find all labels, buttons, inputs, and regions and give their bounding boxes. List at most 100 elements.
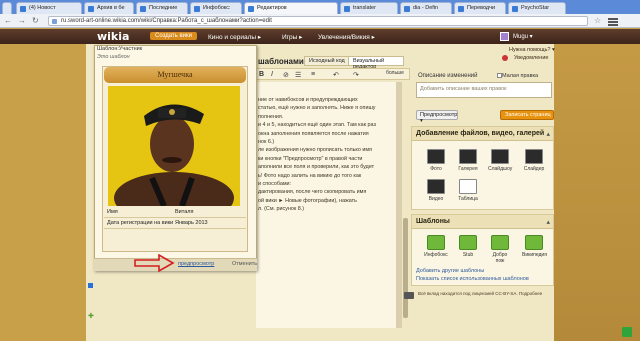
tab-editing[interactable]: Редактиров xyxy=(244,2,338,14)
editor-line: аполнили все поля и проверили, как это б… xyxy=(258,164,375,171)
pinned-tab[interactable] xyxy=(2,2,12,14)
link-icon[interactable]: ⊘ xyxy=(283,71,289,79)
tab-favicon-icon xyxy=(194,6,200,12)
preview-button[interactable]: Предпросмотр ▾ xyxy=(416,110,458,124)
red-arrow-icon xyxy=(134,254,175,272)
dialog-title: Шаблон:Участник xyxy=(97,46,143,52)
editor-line: полнения. xyxy=(258,113,284,120)
editor-line: и способами: xyxy=(258,181,292,188)
editor-line: ь! Фото надо залить на викию до того как xyxy=(258,172,362,179)
tab-translator[interactable]: Переводчи xyxy=(454,2,506,14)
editor-line: ой вики ► Новые фотографии), нажать xyxy=(258,197,357,204)
templates-panel-title: Шаблоны xyxy=(412,215,553,229)
tab-psychostar[interactable]: PsychoStar xyxy=(508,2,566,14)
user-menu[interactable]: Mugu ▾ xyxy=(513,33,533,40)
infobox-image xyxy=(108,86,240,206)
toolbar-more[interactable]: больше xyxy=(386,70,404,76)
infobox-value: Январь 2013 xyxy=(175,220,208,226)
template-welcome-button[interactable]: Добро пож xyxy=(488,235,512,264)
slideshow-icon xyxy=(491,149,509,164)
infobox-row: Имя Виталя xyxy=(104,207,246,218)
nav-games[interactable]: Игры ▸ xyxy=(282,33,302,41)
wikia-logo[interactable]: wikia xyxy=(97,30,129,43)
notifications-link[interactable]: Уведомление xyxy=(514,55,548,61)
editor-line: л. (См. рисунок 8.) xyxy=(258,206,305,213)
tab-favicon-icon xyxy=(458,6,464,12)
page-icon xyxy=(52,19,57,24)
help-menu[interactable]: Нужна помощь? ▾ xyxy=(509,47,555,53)
media-table-button[interactable]: Таблица xyxy=(456,179,480,202)
preview-link[interactable]: предпросмотр xyxy=(178,261,214,267)
tab-translater[interactable]: translater xyxy=(340,2,398,14)
tab-favicon-icon xyxy=(248,6,254,12)
save-button[interactable]: Записать страниц xyxy=(500,110,554,120)
puzzle-icon: ✚ xyxy=(88,313,94,320)
bold-icon[interactable]: B xyxy=(259,71,264,78)
undo-icon[interactable]: ↶ xyxy=(333,71,339,79)
editor-scrollbar[interactable] xyxy=(403,218,408,318)
nav-hobbies[interactable]: Увлечения/Викия ▸ xyxy=(318,33,375,41)
template-infobox-button[interactable]: Инфобокс xyxy=(424,235,448,258)
slider-icon xyxy=(525,149,543,164)
tab-favicon-icon xyxy=(512,6,518,12)
forward-arrow-icon[interactable]: → xyxy=(18,16,26,26)
media-gallery-button[interactable]: Галерея xyxy=(456,149,480,172)
media-panel-title: Добавление файлов, видео, галерей xyxy=(412,127,553,141)
template-wikipedia-button[interactable]: Википедия xyxy=(522,235,547,258)
infobox-label: Дата регистрации на вики xyxy=(107,220,174,226)
avatar[interactable] xyxy=(500,32,509,41)
back-arrow-icon[interactable]: ← xyxy=(4,16,12,26)
widget-icon[interactable] xyxy=(622,327,632,337)
editor-textarea[interactable]: ние от навибоксов и предупреждающих стат… xyxy=(256,82,402,328)
puzzle-icon xyxy=(525,235,543,250)
portrait-image xyxy=(108,86,240,206)
tab-news[interactable]: (4) Новост xyxy=(16,2,82,14)
cancel-link[interactable]: Отменить xyxy=(232,261,257,267)
browser-tab-strip: (4) Новост Архив в бе Последние Инфобокс… xyxy=(0,0,640,14)
tab-dia[interactable]: dia - Defin xyxy=(400,2,452,14)
media-video-button[interactable]: Видео xyxy=(424,179,448,202)
template-stub-button[interactable]: Stub xyxy=(456,235,480,258)
cc-license-icon xyxy=(404,292,414,299)
tab-source[interactable]: Исходный код xyxy=(304,56,350,66)
tab-archive[interactable]: Архив в бе xyxy=(84,2,134,14)
wikia-global-nav: wikia Создать вики Кино и сериалы ▸ Игры… xyxy=(0,29,640,44)
list-icon[interactable]: ☰ xyxy=(295,71,301,79)
tab-favicon-icon xyxy=(140,6,146,12)
puzzle-icon xyxy=(427,235,445,250)
reload-icon[interactable]: ↻ xyxy=(32,16,39,26)
tab-infobox[interactable]: Инфобокс: xyxy=(190,2,242,14)
media-panel: Добавление файлов, видео, галерей ▴ Фото… xyxy=(411,126,554,210)
numbered-list-icon[interactable]: ≡ xyxy=(311,71,315,78)
infobox-label: Имя xyxy=(107,209,118,215)
tab-favicon-icon xyxy=(88,6,94,12)
editor-line: нок 6.) xyxy=(258,139,275,146)
create-wiki-button[interactable]: Создать вики xyxy=(150,32,197,40)
nav-movies[interactable]: Кино и сериалы ▸ xyxy=(208,33,261,41)
editor-line: ле изображения нужно прописать только им… xyxy=(258,147,372,154)
summary-input[interactable]: Добавить описание ваших правок xyxy=(416,82,552,98)
notification-dot-icon xyxy=(502,55,508,61)
redo-icon[interactable]: ↷ xyxy=(353,71,359,79)
summary-label: Описание изменений xyxy=(418,73,478,79)
table-icon xyxy=(459,179,477,194)
media-slideshow-button[interactable]: Слайдшоу xyxy=(488,149,512,172)
tab-recent[interactable]: Последние xyxy=(136,2,188,14)
infobox-value: Виталя xyxy=(175,209,194,215)
infobox-row: Дата регистрации на вики Январь 2013 xyxy=(104,218,246,229)
blue-marker-icon xyxy=(88,283,93,288)
video-icon xyxy=(427,179,445,194)
show-used-templates-link[interactable]: Показать список использованных шаблонов xyxy=(416,276,529,282)
media-slider-button[interactable]: Слайдер xyxy=(522,149,546,172)
url-field[interactable]: ru.sword-art-online.wikia.com/wiki/Справ… xyxy=(48,16,588,26)
browser-menu-icon[interactable] xyxy=(608,18,618,27)
media-photo-button[interactable]: Фото xyxy=(424,149,448,172)
collapse-icon[interactable]: ▴ xyxy=(546,130,550,138)
minor-edit-label: Малая правка xyxy=(502,73,539,79)
add-template-link[interactable]: Добавить другие шаблоны xyxy=(416,268,484,274)
bookmark-star-icon[interactable]: ☆ xyxy=(594,16,601,25)
collapse-icon[interactable]: ▴ xyxy=(546,218,550,226)
italic-icon[interactable]: I xyxy=(271,71,273,78)
tab-visual[interactable]: Визуальный редактор xyxy=(348,56,404,70)
address-bar: ← → ↻ ru.sword-art-online.wikia.com/wiki… xyxy=(0,14,640,28)
